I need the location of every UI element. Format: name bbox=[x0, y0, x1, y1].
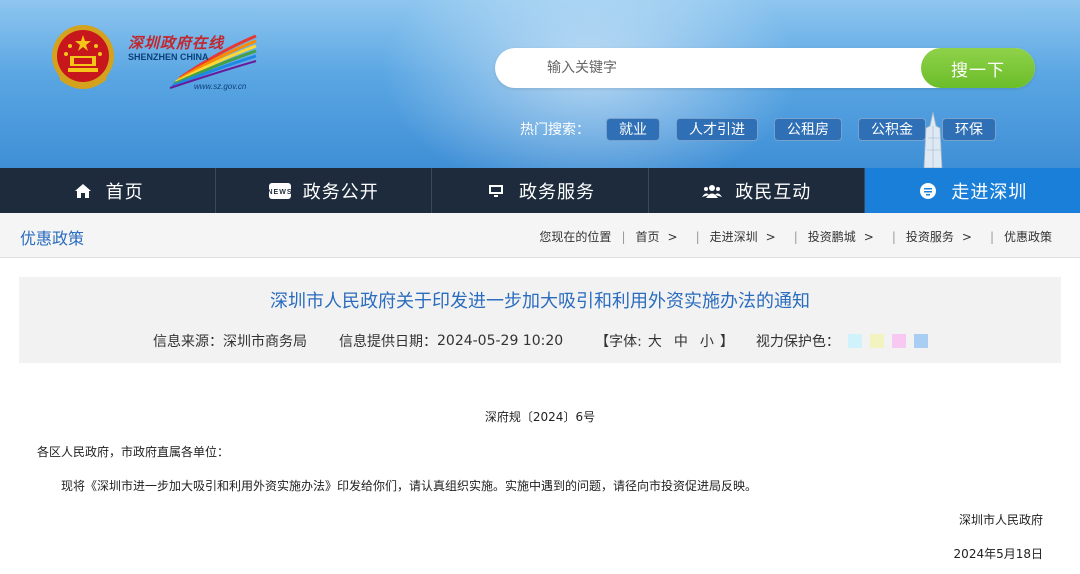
info-bubble-icon bbox=[917, 180, 939, 202]
eye-color-blue-swatch[interactable] bbox=[913, 334, 928, 348]
crumb-current[interactable]: 优惠政策 bbox=[1004, 228, 1052, 245]
logo-text-cn: 深圳政府在线 bbox=[128, 34, 225, 52]
hot-tag-jobs[interactable]: 就业 bbox=[606, 117, 660, 141]
crumb-invest[interactable]: 投资鹏城 bbox=[808, 228, 856, 245]
logo-url: www.sz.gov.cn bbox=[194, 82, 247, 91]
hot-tag-environment[interactable]: 环保 bbox=[942, 117, 996, 141]
font-size-open: 【字体: bbox=[595, 334, 642, 350]
document-number: 深府规〔2024〕6号 bbox=[484, 410, 596, 424]
article-title: 深圳市人民政府关于印发进一步加大吸引和利用外资实施办法的通知 bbox=[270, 291, 810, 312]
hot-search-label: 热门搜索： bbox=[520, 122, 590, 138]
monitor-icon bbox=[485, 180, 507, 202]
skyscraper-icon bbox=[923, 112, 943, 168]
nav-label: 政务服务 bbox=[519, 181, 595, 203]
breadcrumb-divider: | bbox=[891, 229, 896, 244]
font-size-close: 】 bbox=[719, 334, 734, 350]
nav-item-home[interactable]: 首页 bbox=[0, 168, 217, 213]
source-label: 信息来源： bbox=[153, 334, 223, 350]
svg-text:NEWS: NEWS bbox=[269, 189, 291, 196]
breadcrumb: 您现在的位置 | 首页 > | 走进深圳 > | 投资鹏城 > | 投资服务 >… bbox=[539, 228, 1052, 245]
site-header: 深圳政府在线 SHENZHEN CHINA www.sz.gov.cn 搜一下 … bbox=[0, 0, 1080, 168]
nav-item-gov-affairs[interactable]: NEWS 政务公开 bbox=[216, 168, 433, 213]
crumb-separator: > bbox=[765, 229, 776, 244]
date-label: 信息提供日期： bbox=[339, 334, 437, 350]
hot-tag-talent[interactable]: 人才引进 bbox=[676, 117, 758, 141]
nav-item-shenzhen[interactable]: 走进深圳 bbox=[864, 168, 1080, 213]
eye-color-cyan-swatch[interactable] bbox=[847, 334, 862, 348]
nav-label: 首页 bbox=[105, 181, 144, 203]
signature-date: 2024年5月18日 bbox=[953, 547, 1043, 561]
date-value: 2024-05-29 10:20 bbox=[437, 333, 564, 349]
crumb-separator: > bbox=[863, 229, 874, 244]
nav-label: 政民互动 bbox=[735, 181, 812, 203]
breadcrumb-divider: | bbox=[989, 229, 994, 244]
eye-color-yellow-swatch[interactable] bbox=[869, 334, 884, 348]
logo-text-en: SHENZHEN CHINA bbox=[128, 52, 209, 62]
breadcrumb-divider: | bbox=[695, 229, 700, 244]
body-paragraph: 现将《深圳市进一步加大吸引和利用外资实施办法》印发给你们，请认真组织实施。实施中… bbox=[61, 479, 758, 493]
article-header: 深圳市人民政府关于印发进一步加大吸引和利用外资实施办法的通知 信息来源： 深圳市… bbox=[19, 277, 1061, 363]
main-nav: 首页 NEWS 政务公开 政务服务 政民互动 走进深圳 bbox=[0, 168, 1080, 213]
breadcrumb-divider: | bbox=[793, 229, 798, 244]
crumb-separator: > bbox=[961, 229, 972, 244]
eye-color-pink-swatch[interactable] bbox=[891, 334, 906, 348]
hot-tag-public-housing[interactable]: 公租房 bbox=[774, 117, 842, 141]
national-emblem-icon bbox=[52, 25, 114, 89]
nav-item-interaction[interactable]: 政民互动 bbox=[649, 168, 865, 213]
nav-label: 政务公开 bbox=[302, 181, 379, 203]
nav-label: 走进深圳 bbox=[951, 181, 1028, 203]
eye-protect-label: 视力保护色： bbox=[755, 334, 840, 350]
location-label: 您现在的位置 bbox=[539, 230, 612, 244]
home-icon bbox=[72, 180, 94, 202]
nav-item-gov-service[interactable]: 政务服务 bbox=[432, 168, 649, 213]
site-logo[interactable]: 深圳政府在线 SHENZHEN CHINA www.sz.gov.cn bbox=[128, 32, 260, 96]
people-icon bbox=[701, 180, 723, 202]
font-size-medium-button[interactable]: 中 bbox=[674, 331, 688, 351]
section-title: 优惠政策 bbox=[20, 229, 85, 248]
crumb-shenzhen[interactable]: 走进深圳 bbox=[710, 228, 758, 245]
search-input[interactable] bbox=[547, 48, 907, 88]
article-meta: 信息来源： 深圳市商务局 信息提供日期： 2024-05-29 10:20 【字… bbox=[153, 331, 928, 351]
crumb-invest-service[interactable]: 投资服务 bbox=[906, 228, 954, 245]
breadcrumb-divider: | bbox=[621, 229, 626, 244]
breadcrumb-bar: 优惠政策 您现在的位置 | 首页 > | 走进深圳 > | 投资鹏城 > | 投… bbox=[0, 213, 1080, 258]
signature: 深圳市人民政府 bbox=[958, 513, 1043, 527]
salutation: 各区人民政府，市政府直属各单位： bbox=[37, 445, 230, 459]
search-box: 搜一下 bbox=[495, 48, 1035, 88]
font-size-large-button[interactable]: 大 bbox=[648, 331, 662, 351]
search-button[interactable]: 搜一下 bbox=[921, 48, 1035, 88]
crumb-separator: > bbox=[667, 229, 678, 244]
crumb-home[interactable]: 首页 bbox=[635, 228, 659, 245]
news-icon: NEWS bbox=[268, 180, 291, 202]
font-size-small-button[interactable]: 小 bbox=[700, 331, 714, 351]
source-value: 深圳市商务局 bbox=[223, 334, 307, 350]
